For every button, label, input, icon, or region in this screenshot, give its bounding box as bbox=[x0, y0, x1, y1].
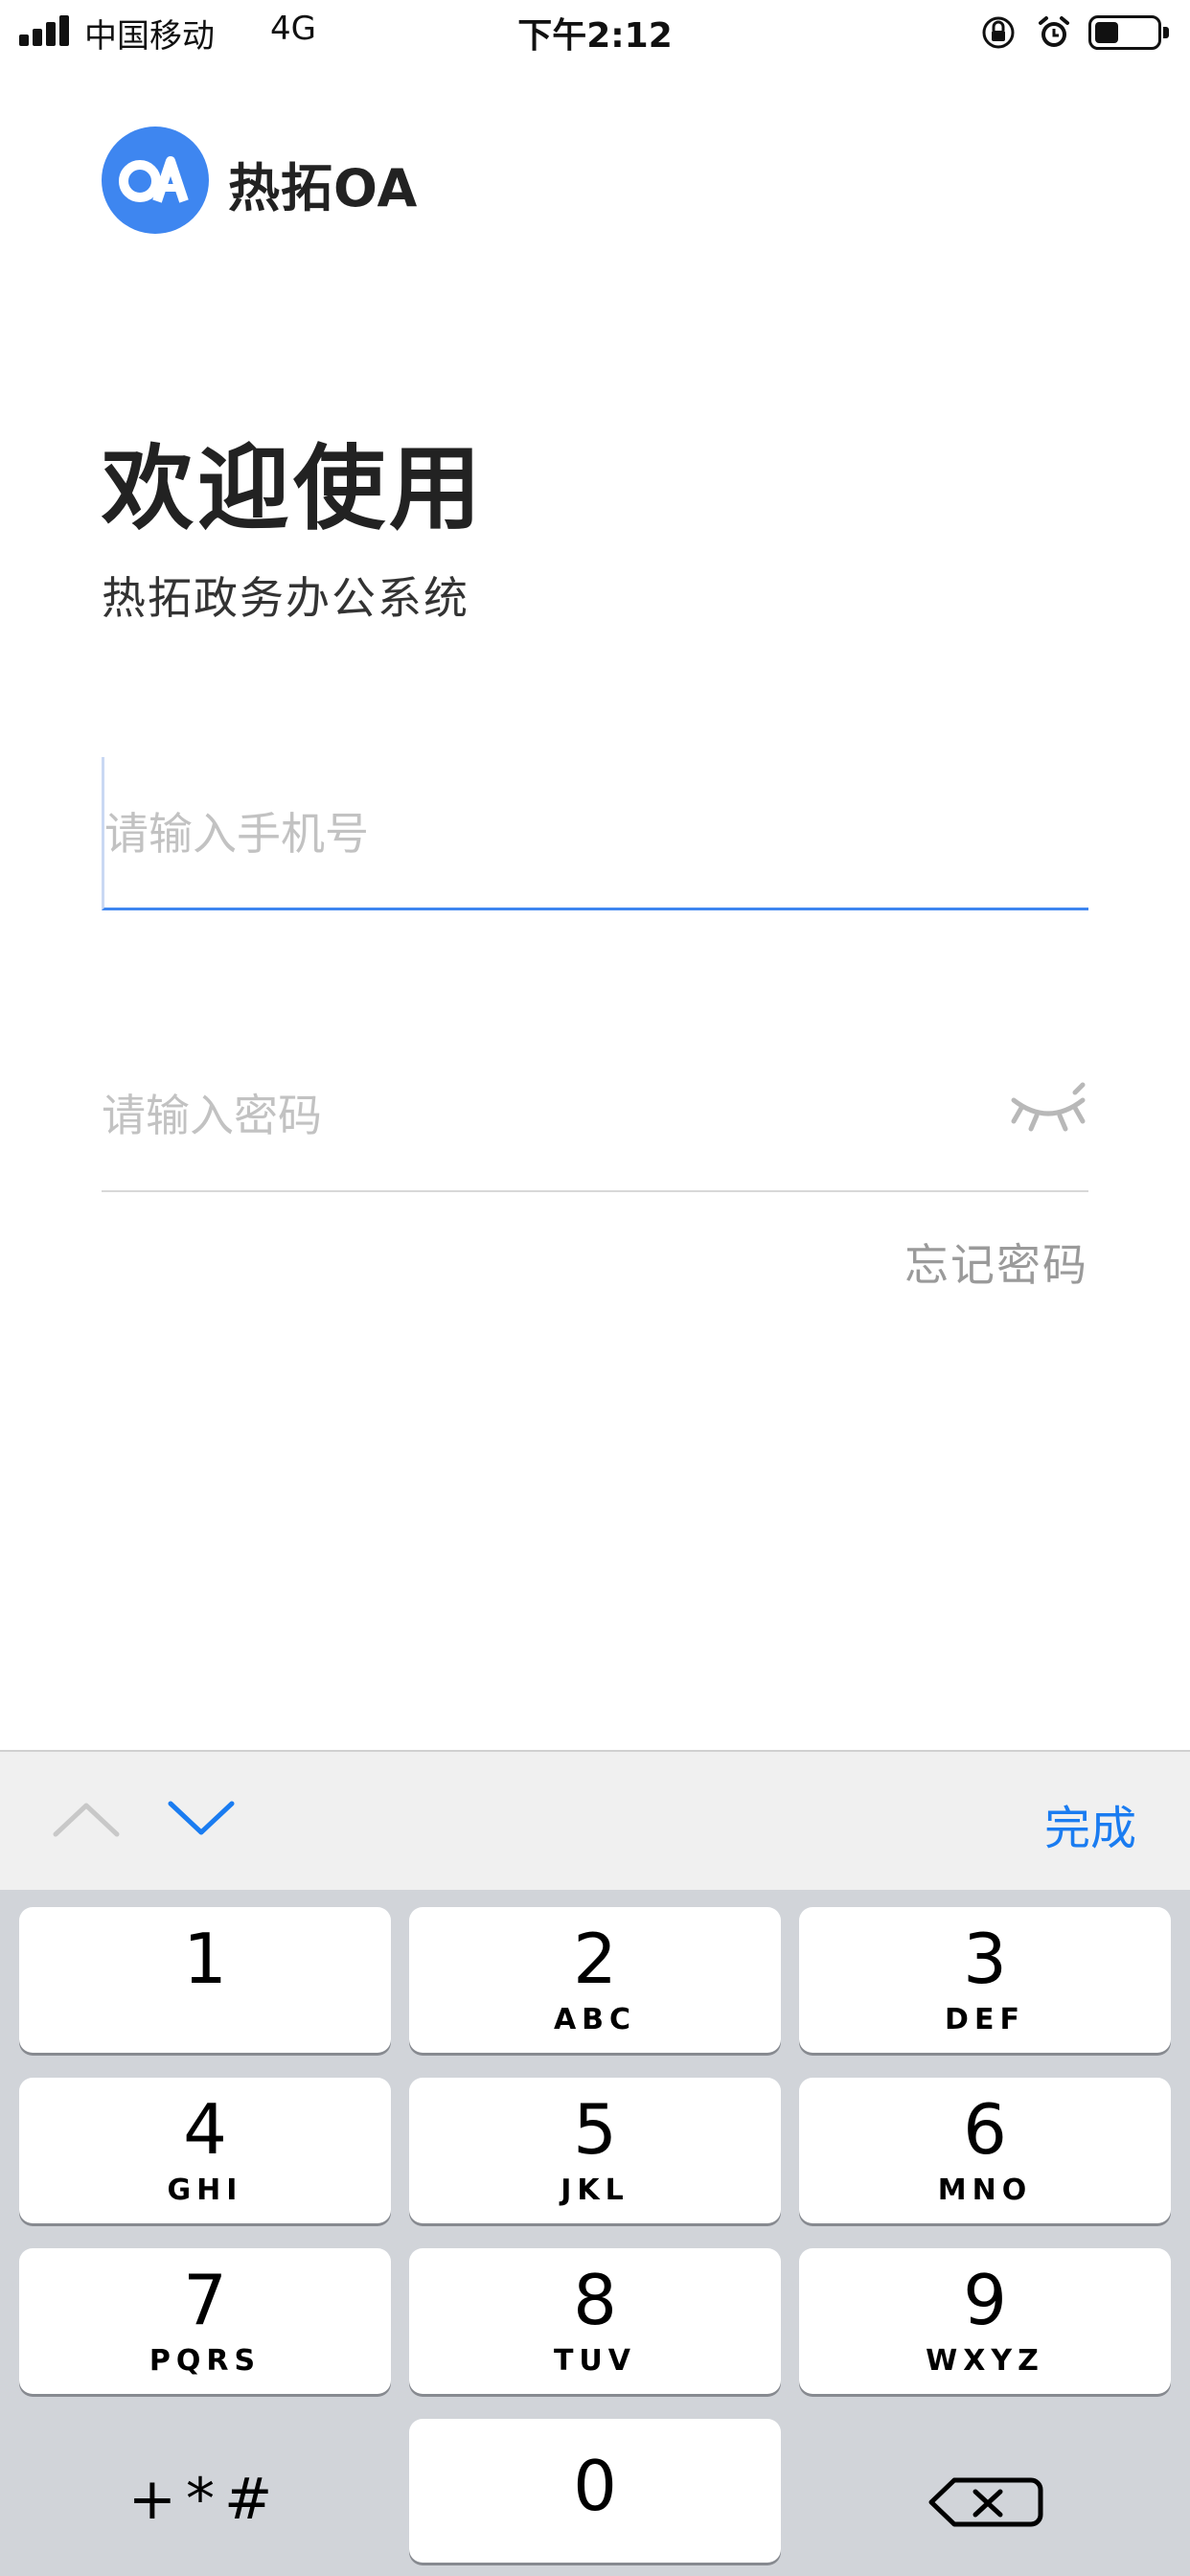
key-5[interactable]: 5 JKL bbox=[409, 2078, 781, 2223]
password-input[interactable] bbox=[102, 1077, 964, 1154]
key-letters: TUV bbox=[553, 2344, 637, 2378]
oa-logo-mark-icon bbox=[119, 156, 189, 203]
key-number: 2 bbox=[573, 1919, 617, 1999]
key-6[interactable]: 6 MNO bbox=[799, 2078, 1171, 2223]
key-8[interactable]: 8 TUV bbox=[409, 2248, 781, 2394]
key-7[interactable]: 7 PQRS bbox=[19, 2248, 391, 2394]
key-9[interactable]: 9 WXYZ bbox=[799, 2248, 1171, 2394]
welcome-subtitle: 热拓政务办公系统 bbox=[102, 572, 469, 624]
phone-field[interactable] bbox=[102, 757, 1088, 910]
key-number: 4 bbox=[183, 2089, 227, 2170]
key-letters: ABC bbox=[553, 2003, 637, 2036]
keyboard-toolbar: 完成 bbox=[0, 1750, 1190, 1890]
app-name: 热拓OA bbox=[228, 158, 419, 218]
eye-closed-icon[interactable] bbox=[1008, 1079, 1088, 1133]
password-field[interactable] bbox=[102, 1039, 1088, 1192]
key-number: 0 bbox=[573, 2446, 617, 2526]
key-number: 5 bbox=[573, 2089, 617, 2170]
key-number: 3 bbox=[963, 1919, 1007, 1999]
key-2[interactable]: 2 ABC bbox=[409, 1907, 781, 2053]
key-number: 1 bbox=[183, 1919, 227, 1999]
key-1[interactable]: 1 bbox=[19, 1907, 391, 2053]
status-bar: 中国移动 4G 下午2:12 bbox=[0, 0, 1190, 63]
delete-backspace-icon[interactable] bbox=[801, 2432, 1173, 2566]
orientation-lock-icon bbox=[982, 16, 1015, 49]
numeric-keypad: 1 2 ABC 3 DEF 4 GHI 5 JKL 6 MNO 7 PQRS 8… bbox=[0, 1890, 1190, 2576]
chevron-up-icon[interactable] bbox=[48, 1790, 125, 1848]
key-letters: MNO bbox=[937, 2174, 1033, 2207]
done-button[interactable]: 完成 bbox=[1044, 1790, 1136, 1857]
key-number: 8 bbox=[573, 2260, 617, 2340]
key-letters: JKL bbox=[561, 2174, 629, 2207]
key-number: 7 bbox=[183, 2260, 227, 2340]
key-4[interactable]: 4 GHI bbox=[19, 2078, 391, 2223]
phone-input[interactable] bbox=[104, 795, 967, 872]
key-letters: DEF bbox=[945, 2003, 1025, 2036]
key-number: 9 bbox=[963, 2260, 1007, 2340]
chevron-down-icon[interactable] bbox=[163, 1790, 240, 1848]
welcome-title: 欢迎使用 bbox=[102, 435, 485, 542]
forgot-password-link[interactable]: 忘记密码 bbox=[904, 1230, 1088, 1294]
key-0[interactable]: 0 bbox=[409, 2419, 781, 2563]
symbols-key[interactable]: +*# bbox=[19, 2432, 391, 2566]
battery-icon bbox=[1088, 15, 1169, 52]
key-number: 6 bbox=[963, 2089, 1007, 2170]
key-letters: WXYZ bbox=[926, 2344, 1044, 2378]
key-letters: PQRS bbox=[149, 2344, 262, 2378]
app-logo bbox=[102, 126, 209, 234]
key-3[interactable]: 3 DEF bbox=[799, 1907, 1171, 2053]
alarm-clock-icon bbox=[1039, 16, 1069, 47]
key-letters: GHI bbox=[167, 2174, 243, 2207]
